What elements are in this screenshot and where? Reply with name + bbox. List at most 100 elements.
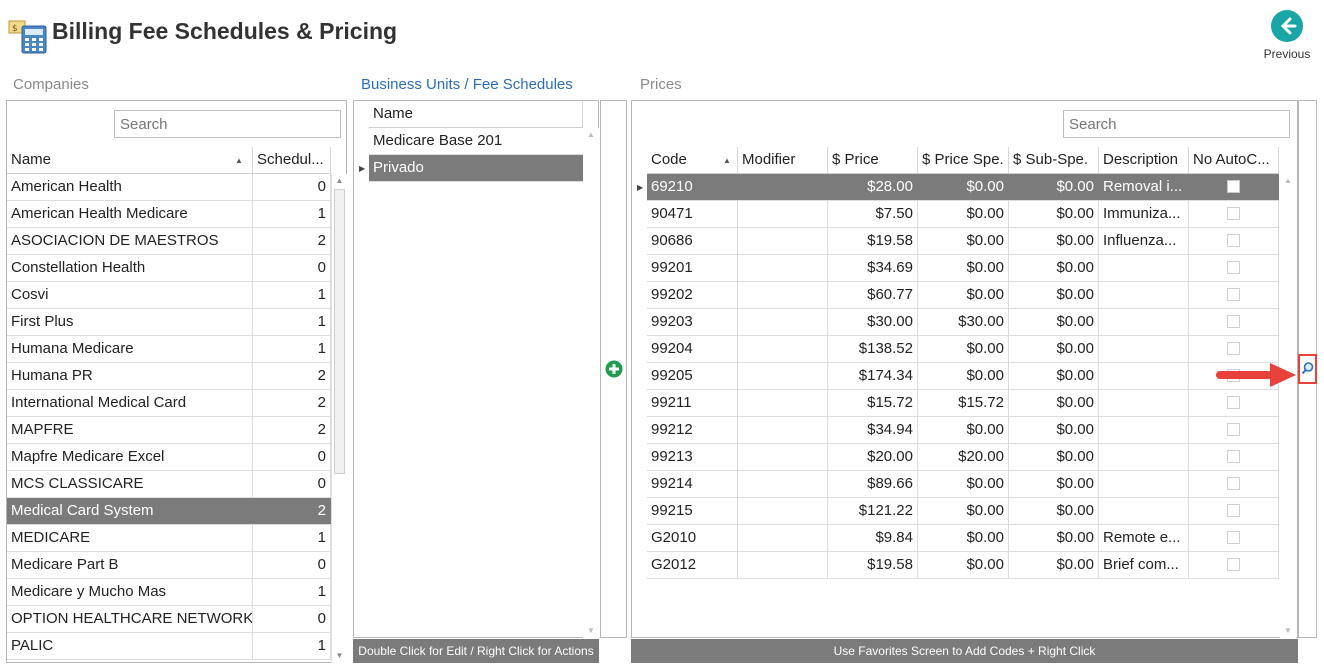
price-spe-cell: $0.00 (918, 174, 1009, 200)
table-row[interactable]: 90686 $19.58 $0.00 $0.00 Influenza... (647, 228, 1279, 255)
column-header-name[interactable]: Name (7, 147, 253, 173)
sub-spe-value: $0.00 (1056, 448, 1094, 465)
list-item[interactable]: Privado (369, 155, 583, 182)
column-header-no-autoc[interactable]: No AutoC... (1189, 147, 1279, 173)
schedule-count-cell: 2 (253, 417, 331, 443)
code-cell: 69210 (647, 174, 738, 200)
code-cell: 99215 (647, 498, 738, 524)
no-autoc-checkbox[interactable] (1227, 558, 1240, 571)
schedule-count-cell: 1 (253, 282, 331, 308)
column-header-sub-spe[interactable]: $ Sub-Spe. (1009, 147, 1099, 173)
add-button[interactable] (605, 360, 623, 378)
table-row[interactable]: 69210 $28.00 $0.00 $0.00 Removal i... (647, 174, 1279, 201)
price-spe-cell: $0.00 (918, 228, 1009, 254)
column-header-price-spe[interactable]: $ Price Spe. (918, 147, 1009, 173)
table-row[interactable]: MAPFRE 2 (7, 417, 331, 444)
table-row[interactable]: MEDICARE 1 (7, 525, 331, 552)
no-autoc-checkbox[interactable] (1227, 423, 1240, 436)
zoom-search-button[interactable] (1298, 354, 1317, 384)
table-row[interactable]: 99215 $121.22 $0.00 $0.00 (647, 498, 1279, 525)
column-header-price-label: $ Price (832, 151, 879, 168)
price-spe-cell: $30.00 (918, 309, 1009, 335)
table-row[interactable]: Humana Medicare 1 (7, 336, 331, 363)
table-row[interactable]: G2012 $19.58 $0.00 $0.00 Brief com... (647, 552, 1279, 579)
table-row[interactable]: 99211 $15.72 $15.72 $0.00 (647, 390, 1279, 417)
table-row[interactable]: 99213 $20.00 $20.00 $0.00 (647, 444, 1279, 471)
companies-scrollbar[interactable]: ▲ ▼ (331, 174, 347, 663)
modifier-cell (738, 201, 828, 227)
scrollbar-thumb[interactable] (334, 189, 345, 474)
no-autoc-checkbox[interactable] (1227, 504, 1240, 517)
table-row[interactable]: ASOCIACION DE MAESTROS 2 (7, 228, 331, 255)
no-autoc-checkbox[interactable] (1227, 234, 1240, 247)
business-units-scrollbar[interactable]: ▲ ▼ (583, 128, 599, 638)
column-header-modifier[interactable]: Modifier (738, 147, 828, 173)
no-autoc-checkbox[interactable] (1227, 180, 1240, 193)
prices-search-input[interactable] (1063, 110, 1290, 138)
company-name: International Medical Card (11, 394, 187, 411)
previous-button[interactable]: Previous (1258, 10, 1316, 66)
prices-header: Code ▲ Modifier $ Price $ Price Spe. $ S… (647, 147, 1279, 174)
code-value: 99205 (651, 367, 693, 384)
table-row[interactable]: G2010 $9.84 $0.00 $0.00 Remote e... (647, 525, 1279, 552)
list-item[interactable]: Medicare Base 201 (369, 128, 583, 155)
no-autoc-checkbox[interactable] (1227, 207, 1240, 220)
scroll-down-icon[interactable]: ▼ (1280, 624, 1296, 638)
scroll-down-icon[interactable]: ▼ (332, 649, 347, 663)
modifier-cell (738, 525, 828, 551)
no-autoc-checkbox[interactable] (1227, 288, 1240, 301)
table-row[interactable]: PALIC 1 (7, 633, 331, 660)
table-row[interactable]: Medical Card System 2 (7, 498, 331, 525)
price-spe-value: $0.00 (966, 502, 1004, 519)
table-row[interactable]: First Plus 1 (7, 309, 331, 336)
scroll-down-icon[interactable]: ▼ (583, 624, 599, 638)
price-spe-value: $20.00 (958, 448, 1004, 465)
table-row[interactable]: 99205 $174.34 $0.00 $0.00 (647, 363, 1279, 390)
price-value: $89.66 (867, 475, 913, 492)
table-row[interactable]: 99203 $30.00 $30.00 $0.00 (647, 309, 1279, 336)
table-row[interactable]: 99212 $34.94 $0.00 $0.00 (647, 417, 1279, 444)
scroll-up-icon[interactable]: ▲ (1280, 174, 1296, 188)
column-header-schedules[interactable]: Schedul... (253, 147, 331, 173)
table-row[interactable]: 99201 $34.69 $0.00 $0.00 (647, 255, 1279, 282)
table-row[interactable]: 99214 $89.66 $0.00 $0.00 (647, 471, 1279, 498)
table-row[interactable]: Cosvi 1 (7, 282, 331, 309)
prices-scrollbar[interactable]: ▲ ▼ (1280, 174, 1296, 638)
table-row[interactable]: 99202 $60.77 $0.00 $0.00 (647, 282, 1279, 309)
companies-search-input[interactable] (114, 110, 341, 138)
scroll-up-icon[interactable]: ▲ (583, 128, 599, 142)
column-header-price-spe-label: $ Price Spe. (922, 151, 1004, 168)
table-row[interactable]: OPTION HEALTHCARE NETWORK 0 (7, 606, 331, 633)
no-autoc-checkbox[interactable] (1227, 477, 1240, 490)
code-cell: G2012 (647, 552, 738, 578)
no-autoc-checkbox[interactable] (1227, 450, 1240, 463)
column-header-price[interactable]: $ Price (828, 147, 918, 173)
fee-schedule-name: Medicare Base 201 (373, 132, 503, 149)
column-header-name-label: Name (373, 105, 414, 122)
no-autoc-checkbox[interactable] (1227, 531, 1240, 544)
sub-spe-cell: $0.00 (1009, 471, 1099, 497)
table-row[interactable]: Medicare y Mucho Mas 1 (7, 579, 331, 606)
scroll-up-icon[interactable]: ▲ (332, 174, 347, 188)
no-autoc-checkbox[interactable] (1227, 315, 1240, 328)
table-row[interactable]: 99204 $138.52 $0.00 $0.00 (647, 336, 1279, 363)
table-row[interactable]: Humana PR 2 (7, 363, 331, 390)
table-row[interactable]: Constellation Health 0 (7, 255, 331, 282)
no-autoc-checkbox[interactable] (1227, 396, 1240, 409)
company-name-cell: American Health Medicare (7, 201, 253, 227)
price-spe-value: $0.00 (966, 340, 1004, 357)
table-row[interactable]: American Health 0 (7, 174, 331, 201)
table-row[interactable]: MCS CLASSICARE 0 (7, 471, 331, 498)
table-row[interactable]: Mapfre Medicare Excel 0 (7, 444, 331, 471)
no-autoc-checkbox[interactable] (1227, 261, 1240, 274)
table-row[interactable]: American Health Medicare 1 (7, 201, 331, 228)
table-row[interactable]: 90471 $7.50 $0.00 $0.00 Immuniza... (647, 201, 1279, 228)
schedule-count: 2 (317, 232, 326, 249)
table-row[interactable]: Medicare Part B 0 (7, 552, 331, 579)
column-header-name[interactable]: Name (369, 101, 583, 127)
code-value: 99201 (651, 259, 693, 276)
column-header-description[interactable]: Description (1099, 147, 1189, 173)
table-row[interactable]: International Medical Card 2 (7, 390, 331, 417)
code-value: 99212 (651, 421, 693, 438)
no-autoc-checkbox[interactable] (1227, 342, 1240, 355)
